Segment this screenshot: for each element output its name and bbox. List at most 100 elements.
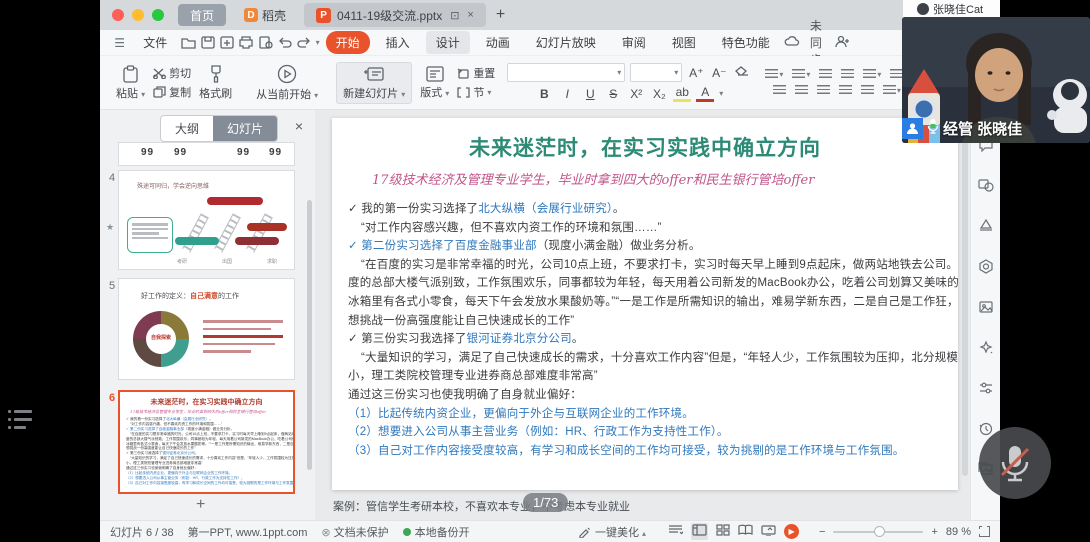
- columns-button[interactable]: ▾: [881, 84, 903, 97]
- menu-tab-view[interactable]: 视图: [662, 31, 706, 54]
- zoom-slider[interactable]: [833, 531, 923, 533]
- reading-view-icon[interactable]: [738, 524, 753, 539]
- history-caret-icon[interactable]: ▾: [316, 38, 320, 47]
- slide-3-thumbnail[interactable]: 99 99 99 99: [118, 142, 295, 166]
- bold-button[interactable]: B: [535, 87, 553, 101]
- bullet-list-button[interactable]: ▾: [763, 68, 785, 81]
- line-spacing-button[interactable]: ▾: [861, 68, 883, 81]
- slide-sorter-icon[interactable]: [716, 524, 730, 539]
- superscript-button[interactable]: X²: [627, 87, 645, 101]
- slide-text-line: （2）想要进入公司从事主营业务（例如：HR、行政工作为支持性工作）。: [348, 423, 944, 442]
- close-tab-icon[interactable]: ×: [467, 9, 473, 21]
- increase-font-button[interactable]: A⁺: [687, 66, 705, 80]
- decrease-indent-button[interactable]: [817, 68, 834, 81]
- font-size-select[interactable]: ▾: [630, 63, 682, 82]
- webcam-video-tile[interactable]: 经管 张晓佳: [902, 17, 1090, 143]
- design-panel-icon[interactable]: [978, 218, 994, 238]
- menu-tab-design[interactable]: 设计: [426, 31, 470, 54]
- slide-5-thumbnail[interactable]: 好工作的定义：自己满意的工作 自我探索: [118, 278, 295, 380]
- backup-status[interactable]: 本地备份开: [403, 524, 470, 540]
- zoom-slider-knob[interactable]: [874, 526, 885, 537]
- add-user-icon[interactable]: [835, 35, 850, 51]
- menu-tab-slideshow[interactable]: 幻灯片放映: [526, 31, 606, 54]
- export-pdf-icon[interactable]: [220, 34, 235, 52]
- format-painter-button[interactable]: 格式刷: [193, 63, 238, 103]
- effects-panel-icon[interactable]: [978, 259, 994, 279]
- fit-slide-icon[interactable]: [979, 526, 990, 537]
- tab-outline[interactable]: 大纲: [161, 116, 213, 141]
- traffic-zoom-button[interactable]: [152, 9, 164, 21]
- shapes-panel-icon[interactable]: [978, 178, 994, 197]
- slide-6-thumbnail[interactable]: 未来迷茫时，在实习实践中确立方向 17级技术经济及管理专业学生，毕业时拿到四大的…: [118, 390, 295, 494]
- open-icon[interactable]: [181, 34, 196, 52]
- italic-button[interactable]: I: [558, 87, 576, 101]
- traffic-minimize-button[interactable]: [132, 9, 144, 21]
- cut-label: 剪切: [169, 65, 191, 81]
- distribute-button[interactable]: [859, 84, 876, 97]
- subscript-button[interactable]: X₂: [650, 87, 668, 101]
- menu-tab-animation[interactable]: 动画: [476, 31, 520, 54]
- smart-features-icon[interactable]: [978, 340, 994, 360]
- menu-tab-home[interactable]: 开始: [326, 31, 370, 54]
- panel-scrollbar[interactable]: [307, 200, 312, 470]
- font-color-button[interactable]: A: [696, 85, 714, 102]
- cut-button[interactable]: 剪切: [153, 65, 191, 81]
- section-button[interactable]: 节 ▾: [457, 84, 495, 100]
- new-tab-button[interactable]: +: [496, 6, 505, 24]
- add-slide-button[interactable]: +: [196, 496, 205, 514]
- increase-indent-button[interactable]: [839, 68, 856, 81]
- align-left-button[interactable]: [771, 84, 788, 97]
- slide-4-thumbnail[interactable]: 殊途可同归，学会逆向思维 考研出国求职: [118, 170, 295, 270]
- tab-document[interactable]: P 0411-19级交流.pptx ⊡ ×: [304, 3, 486, 27]
- undo-icon[interactable]: [277, 34, 292, 52]
- wps-presentation-window: 首页 D 稻壳 P 0411-19级交流.pptx ⊡ × + ☰ 文件 ▾ 开…: [100, 0, 1000, 542]
- hamburger-icon[interactable]: ☰: [112, 34, 127, 52]
- traffic-close-button[interactable]: [112, 9, 124, 21]
- tab-docer[interactable]: D 稻壳: [232, 4, 298, 26]
- settings-sliders-icon[interactable]: [978, 381, 994, 400]
- picture-panel-icon[interactable]: [978, 300, 994, 319]
- beautify-button[interactable]: 一键美化 ▴: [578, 524, 646, 540]
- menu-tab-review[interactable]: 审阅: [612, 31, 656, 54]
- strikethrough-button[interactable]: S: [604, 87, 622, 101]
- zoom-in-button[interactable]: +: [931, 526, 937, 538]
- menu-tab-special[interactable]: 特色功能: [712, 31, 780, 54]
- align-right-button[interactable]: [815, 84, 832, 97]
- new-slide-button[interactable]: 新建幻灯片 ▾: [336, 62, 412, 104]
- mic-muted-button[interactable]: [979, 427, 1051, 499]
- clear-format-icon[interactable]: [733, 66, 751, 80]
- justify-button[interactable]: [837, 84, 854, 97]
- underline-button[interactable]: U: [581, 87, 599, 101]
- print-preview-icon[interactable]: [258, 34, 273, 52]
- tab-slides[interactable]: 幻灯片: [213, 116, 277, 141]
- paste-button[interactable]: 粘贴 ▾: [110, 63, 151, 103]
- undock-tab-icon[interactable]: ⊡: [450, 9, 459, 22]
- menu-tab-insert[interactable]: 插入: [376, 31, 420, 54]
- play-slideshow-button[interactable]: ▶: [784, 524, 799, 539]
- print-icon[interactable]: [239, 34, 254, 52]
- decrease-font-button[interactable]: A⁻: [710, 66, 728, 80]
- notes-view-icon[interactable]: [668, 524, 683, 539]
- layout-button[interactable]: 版式 ▾: [414, 64, 455, 102]
- play-from-current-button[interactable]: 从当前开始 ▾: [250, 62, 324, 104]
- zoom-out-button[interactable]: −: [819, 526, 825, 538]
- reset-button[interactable]: 重置: [457, 65, 495, 81]
- meeting-window-title[interactable]: 张晓佳Cat: [903, 0, 1000, 18]
- protection-status[interactable]: ⊗文档未保护: [321, 524, 388, 540]
- align-center-button[interactable]: [793, 84, 810, 97]
- tab-home[interactable]: 首页: [178, 4, 226, 26]
- next-slide-peek-text: 案例：管信学生考研本校，不喜欢本专业，不考虑本专业就业: [333, 498, 630, 514]
- current-slide[interactable]: 未来迷茫时，在实习实践中确立方向 17级技术经济及管理专业学生，毕业时拿到四大的…: [332, 118, 958, 490]
- redo-icon[interactable]: [296, 34, 311, 52]
- menu-file[interactable]: 文件: [133, 31, 177, 54]
- font-family-select[interactable]: ▾: [507, 63, 625, 82]
- highlight-color-button[interactable]: ab: [673, 85, 691, 102]
- present-share-icon[interactable]: [761, 524, 776, 539]
- meeting-list-icon[interactable]: [8, 410, 32, 429]
- copy-button[interactable]: 复制: [153, 84, 191, 100]
- normal-view-icon[interactable]: [691, 523, 708, 540]
- numbered-list-button[interactable]: ▾: [790, 68, 812, 81]
- save-icon[interactable]: [200, 34, 215, 52]
- canvas-scrollbar[interactable]: [962, 116, 968, 476]
- panel-close-icon[interactable]: ×: [295, 118, 303, 134]
